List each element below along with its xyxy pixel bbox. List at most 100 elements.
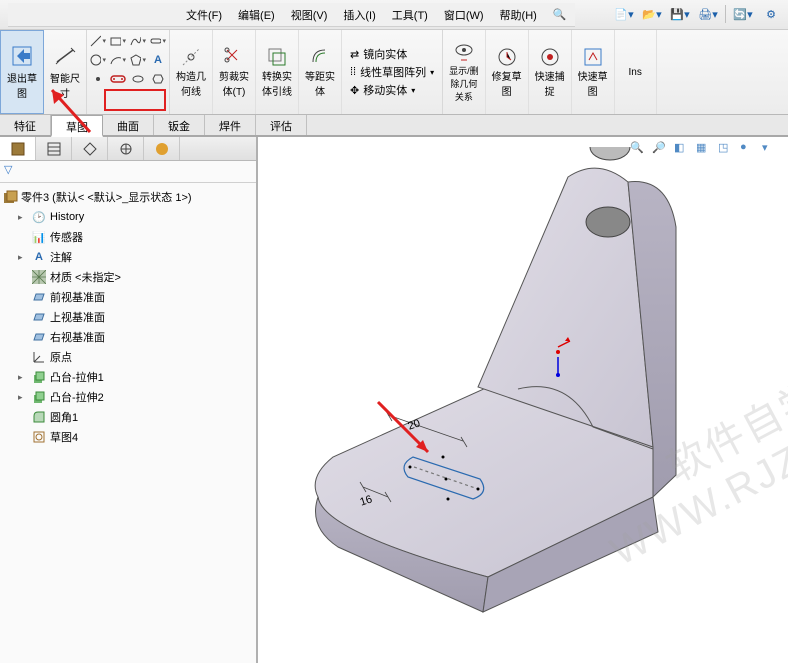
linear-pattern-button[interactable]: ⁞⁞线性草图阵列▾ <box>350 64 434 80</box>
extrude-icon <box>31 389 47 405</box>
tree-sensors[interactable]: 📊传感器 <box>2 227 254 247</box>
appearance-tab[interactable] <box>144 137 180 160</box>
sketch-tools-group: A <box>87 30 170 114</box>
smart-dimension-button[interactable]: 智能尺 寸 <box>44 30 87 114</box>
config-tab[interactable] <box>72 137 108 160</box>
tree-sketch4[interactable]: 草图4 <box>2 427 254 447</box>
expand-icon[interactable]: ▸ <box>18 212 28 223</box>
trim-label: 剪裁实 体(T) <box>219 68 249 98</box>
quick-snap-label: 快速捕 捉 <box>535 68 565 98</box>
feature-tree: 零件3 (默认< <默认>_显示状态 1>) ▸🕑History 📊传感器 ▸A… <box>0 183 256 451</box>
menu-find-icon[interactable]: 🔍 <box>545 5 575 24</box>
quick-snap-button[interactable]: 快速捕 捉 <box>529 30 572 114</box>
tab-features[interactable]: 特征 <box>0 115 51 135</box>
menu-tools[interactable]: 工具(T) <box>384 4 436 26</box>
rebuild-icon[interactable]: 🔄▾ <box>732 4 754 24</box>
menu-help[interactable]: 帮助(H) <box>492 4 545 26</box>
expand-icon[interactable]: ▸ <box>18 252 28 263</box>
rect-tool-button[interactable] <box>109 32 127 50</box>
tab-surface[interactable]: 曲面 <box>103 115 154 135</box>
material-icon <box>31 269 47 285</box>
print-icon[interactable]: 🖨▾ <box>697 4 719 24</box>
line-tool-button[interactable] <box>89 32 107 50</box>
move-icon: ✥ <box>350 84 359 97</box>
tab-sheetmetal[interactable]: 钣金 <box>154 115 205 135</box>
dimxpert-tab[interactable] <box>108 137 144 160</box>
ribbon-tabs: 特征 草图 曲面 钣金 焊件 评估 <box>0 115 788 137</box>
arc-tool-button[interactable] <box>109 51 127 69</box>
3d-viewport[interactable]: 🔍 🔎 ◧ ▦ ◳ ● ▾ <box>258 137 788 663</box>
circle-tool-button[interactable] <box>89 51 107 69</box>
options-icon[interactable]: ⚙ <box>760 4 782 24</box>
mirror-button[interactable]: ⇄镜向实体 <box>350 46 434 62</box>
hex-tool-button[interactable] <box>149 70 167 88</box>
slot-tool-button[interactable] <box>149 32 167 50</box>
display-relations-button[interactable]: 显示/删 除几何 关系 <box>443 30 486 114</box>
tab-sketch[interactable]: 草图 <box>51 115 103 137</box>
tree-root[interactable]: 零件3 (默认< <默认>_显示状态 1>) <box>2 187 254 207</box>
construction-geometry-button[interactable]: 构造几 何线 <box>170 30 213 114</box>
menu-file[interactable]: 文件(F) <box>178 4 230 26</box>
filter-icon[interactable]: ▽ <box>4 164 12 176</box>
linear-pattern-label: 线性草图阵列 <box>360 64 426 80</box>
filter-row: ▽ <box>0 161 256 183</box>
point-tool-button[interactable] <box>89 70 107 88</box>
relations-icon <box>453 42 475 64</box>
pattern-icon: ⁞⁞ <box>350 66 356 78</box>
construction-icon <box>180 46 202 68</box>
ellipse-tool-button[interactable] <box>129 70 147 88</box>
origin-icon <box>31 349 47 365</box>
offset-button[interactable]: 等距实 体 <box>299 30 342 114</box>
slot-straight-button[interactable] <box>109 70 127 88</box>
open-icon[interactable]: 📂▾ <box>641 4 663 24</box>
menu-view[interactable]: 视图(V) <box>283 4 336 26</box>
tree-plane-front[interactable]: 前视基准面 <box>2 287 254 307</box>
expand-icon[interactable]: ▸ <box>18 372 28 383</box>
exit-sketch-icon <box>10 44 34 68</box>
polygon-tool-button[interactable] <box>129 51 147 69</box>
rapid-sketch-icon <box>582 46 604 68</box>
tree-history[interactable]: ▸🕑History <box>2 207 254 227</box>
tree-plane-right[interactable]: 右视基准面 <box>2 327 254 347</box>
history-icon: 🕑 <box>31 209 47 225</box>
tab-weldment[interactable]: 焊件 <box>205 115 256 135</box>
trim-button[interactable]: 剪裁实 体(T) <box>213 30 256 114</box>
tree-origin[interactable]: 原点 <box>2 347 254 367</box>
repair-sketch-button[interactable]: 修复草 图 <box>486 30 529 114</box>
move-entities-button[interactable]: ✥移动实体▾ <box>350 82 434 98</box>
menu-edit[interactable]: 编辑(E) <box>230 4 283 26</box>
feature-tree-tab[interactable] <box>0 137 36 160</box>
sensor-icon: 📊 <box>31 229 47 245</box>
expand-icon[interactable]: ▸ <box>18 392 28 403</box>
ribbon-toolbar: 退出草 图 智能尺 寸 A 构造几 何线 <box>0 30 788 115</box>
spline-tool-button[interactable] <box>129 32 147 50</box>
instant-label: Ins <box>628 67 641 78</box>
property-tab[interactable] <box>36 137 72 160</box>
instant-button[interactable]: Ins <box>615 30 657 114</box>
save-icon[interactable]: 💾▾ <box>669 4 691 24</box>
tree-plane-top[interactable]: 上视基准面 <box>2 307 254 327</box>
tab-evaluate[interactable]: 评估 <box>256 115 307 135</box>
exit-sketch-button[interactable]: 退出草 图 <box>0 30 44 114</box>
tree-fillet1[interactable]: 圆角1 <box>2 407 254 427</box>
convert-entities-button[interactable]: 转换实 体引线 <box>256 30 299 114</box>
mirror-label: 镜向实体 <box>363 46 407 62</box>
sketch-modify-group: 构造几 何线 剪裁实 体(T) 转换实 体引线 等距实 体 <box>170 30 342 114</box>
text-tool-button[interactable]: A <box>149 51 167 69</box>
convert-entities-label: 转换实 体引线 <box>262 68 292 98</box>
tree-annotations[interactable]: ▸A注解 <box>2 247 254 267</box>
new-icon[interactable]: 📄▾ <box>613 4 635 24</box>
rapid-sketch-button[interactable]: 快速草 图 <box>572 30 615 114</box>
tree-extrude1[interactable]: ▸凸台-拉伸1 <box>2 367 254 387</box>
repair-sketch-label: 修复草 图 <box>492 68 522 98</box>
plane-icon <box>31 329 47 345</box>
move-entities-label: 移动实体 <box>363 82 407 98</box>
smart-dimension-label: 智能尺 寸 <box>50 70 80 100</box>
menu-window[interactable]: 窗口(W) <box>436 4 492 26</box>
rapid-sketch-label: 快速草 图 <box>578 68 608 98</box>
tree-extrude2[interactable]: ▸凸台-拉伸2 <box>2 387 254 407</box>
tree-material[interactable]: 材质 <未指定> <box>2 267 254 287</box>
menu-insert[interactable]: 插入(I) <box>335 4 383 26</box>
side-panel-tabs <box>0 137 256 161</box>
separator <box>725 5 726 23</box>
